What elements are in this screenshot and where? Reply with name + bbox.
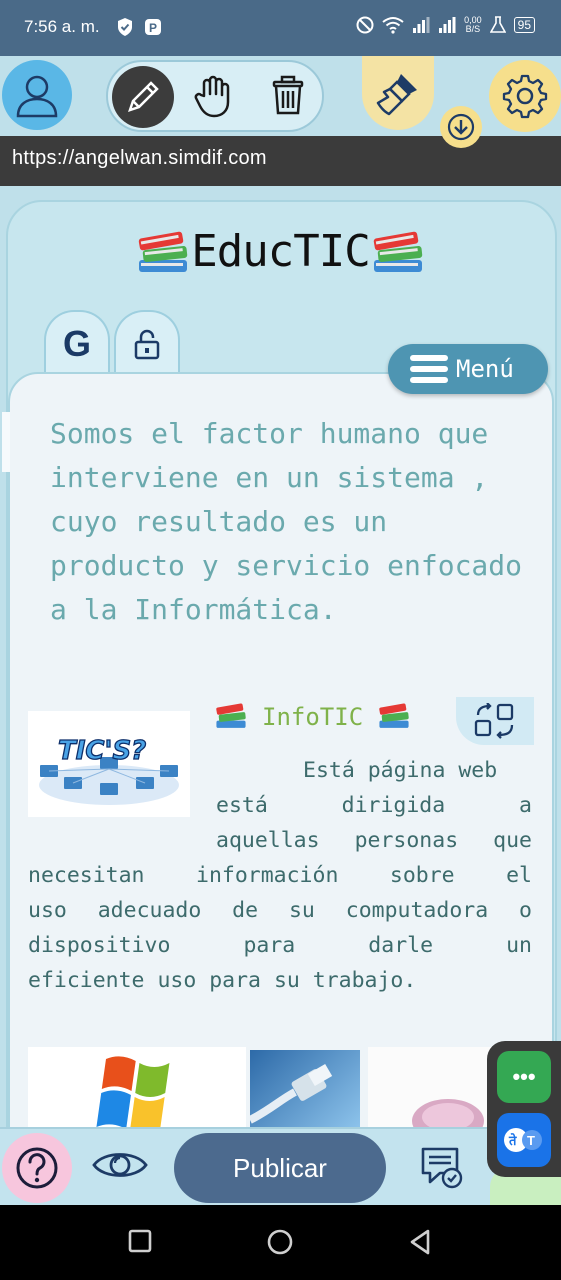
comments-button[interactable] [420,1145,464,1193]
tics-image: TIC'S? [28,711,190,817]
hand-icon [194,75,230,118]
move-button[interactable] [194,74,234,122]
bottom-toolbar: Publicar [0,1127,561,1207]
menu-button[interactable]: Menú [388,344,548,394]
question-icon [16,1147,58,1189]
back-icon[interactable] [408,1229,432,1255]
body-line-2: está dirigida a [216,793,532,818]
books-emoji-icon-3 [216,703,246,728]
edit-button[interactable] [112,66,174,128]
delete-button[interactable] [270,74,306,120]
intro-text: Somos el factor humano que interviene en… [50,417,523,626]
signal-icon [413,17,430,33]
wifi-icon [382,17,404,34]
home-icon[interactable] [267,1229,293,1255]
lock-tab[interactable] [114,310,180,376]
pencil-icon [128,81,159,112]
body-line-6: dispositivo para darle un [28,933,532,958]
status-time: 7:56 a. m. [24,17,100,36]
flask-icon [489,16,506,33]
hamburger-icon [410,355,448,383]
body-line-3: aquellas personas que [216,828,532,853]
design-button[interactable] [362,56,434,130]
menu-label: Menú [456,355,514,383]
editor-toolbar [0,56,561,148]
status-bar: 7:56 a. m. P 0,00 B/S 95 [0,0,561,56]
avatar-icon [16,75,58,118]
svg-text:ते: ते [508,1133,517,1149]
paintbrush-icon [376,74,417,116]
eye-icon [92,1153,148,1177]
books-emoji-icon-2 [373,231,422,272]
settings-button[interactable] [489,60,561,132]
floating-panel: ••• ते T [487,1041,561,1177]
body-line-7: eficiente uso para su trabajo. [28,968,417,993]
tools-group [106,60,324,132]
battery-level: 95 [513,17,535,33]
comment-check-icon [421,1147,463,1189]
body-line-4: necesitan información sobre el [28,863,532,888]
recents-icon[interactable] [128,1229,152,1253]
gear-icon [502,74,548,119]
help-button[interactable] [2,1133,72,1203]
site-title: EducTIC [0,226,561,278]
unlock-icon [134,329,160,360]
url-bar[interactable]: https://angelwan.simdif.com [0,136,561,186]
windows-logo-image [28,1047,246,1127]
google-tab[interactable]: G [44,310,110,376]
do-not-disturb-icon [356,16,374,34]
layout-swap-button[interactable] [456,697,534,745]
books-emoji-icon-4 [379,703,409,728]
body-line-5: uso adecuado de su computadora o [28,898,532,923]
account-button[interactable] [2,60,72,130]
preview-button[interactable] [92,1145,148,1189]
signal-icon-2 [439,17,456,33]
body-line-1: Está página web [303,758,498,783]
svg-text:P: P [149,21,157,35]
books-emoji-icon [139,231,188,272]
shield-check-icon [118,18,132,36]
translate-button[interactable]: ते T [497,1113,551,1167]
download-button[interactable] [440,106,482,148]
download-icon [447,113,475,141]
svg-text:T: T [527,1133,535,1148]
more-options-button[interactable]: ••• [497,1051,551,1103]
network-cable-image [248,1050,360,1127]
swap-icon [474,703,514,739]
app-notification-icon: P [145,19,161,35]
trash-icon [272,75,304,115]
publish-button[interactable]: Publicar [174,1133,386,1203]
network-speed: 0,00 B/S [464,15,482,34]
left-handle[interactable] [2,412,10,472]
system-nav-bar [0,1205,561,1280]
image-gallery [28,1047,548,1127]
translate-icon: ते T [504,1128,542,1152]
infotic-heading: InfoTIC [214,702,411,732]
infotic-title: InfoTIC [262,703,364,731]
tics-image-label: TIC'S? [58,736,146,766]
site-title-text: EducTIC [191,226,370,277]
